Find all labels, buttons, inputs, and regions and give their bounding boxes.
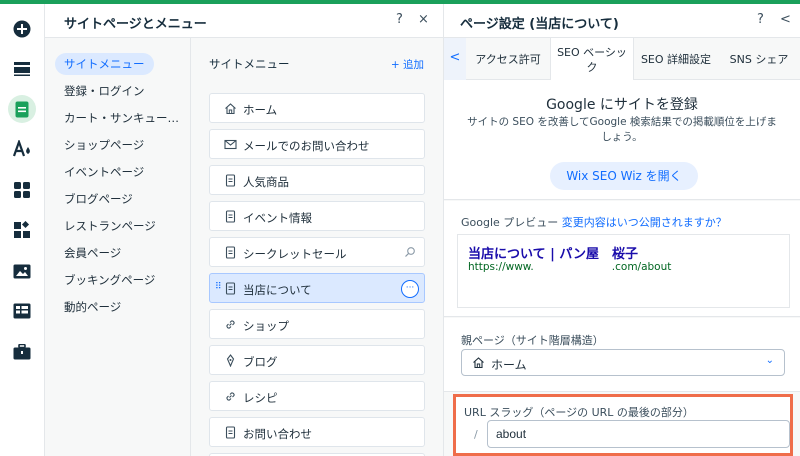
site-pages-panel: サイトページとメニュー ? × サイトメニュー 登録・ログイン カート・サンキュ…	[45, 4, 443, 456]
page-item-label: レシピ	[243, 391, 278, 405]
add-page-button[interactable]: + 追加	[391, 57, 424, 72]
pages-icon[interactable]	[8, 95, 36, 123]
redacted-domain	[533, 261, 612, 273]
page-item-popular[interactable]: 人気商品	[209, 165, 425, 195]
mail-icon	[224, 139, 237, 150]
design-icon[interactable]	[8, 135, 36, 163]
site-pages-header: サイトページとメニュー ? ×	[45, 4, 443, 38]
chevron-down-icon: ⌄	[765, 355, 774, 366]
media-icon[interactable]	[8, 257, 36, 285]
panel-title: サイトページとメニュー	[64, 17, 207, 32]
category-item-blog[interactable]: ブログページ	[55, 188, 142, 210]
url-slug-input[interactable]	[487, 420, 790, 448]
page-item-contact[interactable]: お問い合わせ	[209, 417, 425, 447]
business-icon[interactable]	[8, 338, 36, 366]
parent-page-label: 親ページ（サイト階層構造）	[461, 334, 604, 347]
url-slug-card: URL スラッグ（ページの URL の最後の部分） /	[453, 394, 793, 456]
page-list-title: サイトメニュー	[209, 57, 290, 71]
page-list-pane: サイトメニュー + 追加 ホーム メールでのお問い合わせ 人気商品 イベント情報…	[191, 38, 443, 456]
page-item-about[interactable]: ⠿ 当店について ···	[209, 273, 425, 303]
tab-seo-basics[interactable]: SEO ベーシック	[550, 38, 634, 81]
add-elements-icon[interactable]	[8, 15, 36, 43]
tabs-scroll-left-icon[interactable]: <	[444, 38, 466, 80]
parent-page-dropdown[interactable]: ホーム ⌄	[461, 349, 785, 376]
url-slug-label: URL スラッグ（ページの URL の最後の部分）	[464, 406, 694, 419]
hidden-search-icon	[405, 247, 415, 257]
page-item-home[interactable]: ホーム	[209, 93, 425, 123]
home-icon	[225, 103, 236, 115]
pen-icon	[226, 354, 235, 367]
page-settings-panel: ページ設定 (当店について) ? < < アクセス許可 SEO ベーシック SE…	[444, 4, 800, 456]
app-market-icon[interactable]	[8, 216, 36, 244]
page-icon	[225, 426, 236, 439]
page-icon	[225, 210, 236, 223]
page-item-secret-sale[interactable]: シークレットセール	[209, 237, 425, 267]
category-item-members[interactable]: 会員ページ	[55, 242, 130, 264]
cms-icon[interactable]	[8, 297, 36, 325]
category-item-restaurant[interactable]: レストランページ	[55, 215, 165, 237]
page-item-shop[interactable]: ショップ	[209, 309, 425, 339]
settings-tabs: < アクセス許可 SEO ベーシック SEO 詳細設定 SNS シェア	[444, 38, 800, 81]
page-item-label: シークレットセール	[243, 247, 347, 261]
google-preview-card: Google プレビュー 変更内容はいつ公開されますか？ 当店について | パン…	[444, 201, 800, 317]
preview-url: https://www. .com/about	[468, 261, 671, 273]
close-icon[interactable]: ×	[418, 12, 429, 27]
category-list: サイトメニュー 登録・ログイン カート・サンキュー… ショップページ イベントペ…	[45, 38, 191, 456]
home-icon	[473, 357, 484, 369]
page-item-label: 当店について	[243, 283, 312, 297]
editor-screen: サイトページとメニュー ? × サイトメニュー 登録・ログイン カート・サンキュ…	[0, 0, 800, 456]
preview-title: 当店について | パン屋 桜子	[468, 247, 639, 262]
tab-seo-advanced[interactable]: SEO 詳細設定	[634, 38, 718, 80]
search-result-preview: 当店について | パン屋 桜子 https://www. .com/about	[457, 234, 790, 308]
page-item-label: お問い合わせ	[243, 427, 312, 441]
page-settings-header: ページ設定 (当店について) ? <	[444, 4, 800, 38]
page-item-label: ブログ	[243, 355, 278, 369]
category-item-shop[interactable]: ショップページ	[55, 134, 153, 156]
more-actions-icon[interactable]: ···	[401, 280, 419, 298]
seo-wiz-button[interactable]: Wix SEO Wiz を開く	[550, 162, 698, 190]
page-item-recipe[interactable]: レシピ	[209, 381, 425, 411]
left-toolbar	[0, 4, 45, 456]
page-item-label: ホーム	[243, 103, 278, 117]
tab-permissions[interactable]: アクセス許可	[466, 38, 550, 80]
page-item-label: イベント情報	[243, 211, 312, 225]
help-icon[interactable]: ?	[396, 12, 403, 27]
preview-url-prefix: https://www.	[468, 261, 534, 273]
tab-social-share[interactable]: SNS シェア	[718, 38, 800, 80]
category-item-dynamic[interactable]: 動的ページ	[55, 296, 130, 318]
parent-page-card: 親ページ（サイト階層構造） ホーム ⌄	[444, 318, 800, 392]
page-item-blog[interactable]: ブログ	[209, 345, 425, 375]
category-item-bookings[interactable]: ブッキングページ	[55, 269, 164, 291]
google-preview-label: Google プレビュー 変更内容はいつ公開されますか？	[461, 214, 727, 230]
page-icon	[225, 246, 236, 259]
page-icon	[225, 174, 236, 187]
preview-url-suffix: .com/about	[611, 261, 672, 273]
page-item-events[interactable]: イベント情報	[209, 201, 425, 231]
page-icon	[225, 282, 236, 295]
google-preview-heading: Google プレビュー	[461, 216, 559, 229]
category-item-login[interactable]: 登録・ログイン	[55, 80, 154, 102]
category-item-cart[interactable]: カート・サンキュー…	[55, 107, 188, 129]
page-item-label: 人気商品	[243, 175, 289, 189]
help-icon[interactable]: ?	[757, 12, 764, 27]
page-item-label: メールでのお問い合わせ	[243, 139, 370, 153]
google-register-card: Google にサイトを登録 サイトの SEO を改善してGoogle 検索結果…	[444, 80, 800, 200]
page-item-mail-contact[interactable]: メールでのお問い合わせ	[209, 129, 425, 159]
url-slug-prefix: /	[474, 428, 478, 441]
sections-icon[interactable]	[8, 55, 36, 83]
parent-page-value: ホーム	[491, 358, 527, 372]
link-icon	[226, 320, 235, 329]
drag-handle-icon[interactable]: ⠿	[215, 282, 222, 292]
page-item-label: ショップ	[243, 319, 289, 333]
link-icon	[226, 392, 235, 401]
google-register-description: サイトの SEO を改善してGoogle 検索結果での掲載順位を上げましょう。	[467, 116, 777, 143]
category-item-site-menu[interactable]: サイトメニュー	[55, 53, 154, 75]
publish-info-link[interactable]: 変更内容はいつ公開されますか？	[562, 216, 727, 229]
category-item-events[interactable]: イベントページ	[55, 161, 153, 183]
collapse-icon[interactable]: <	[780, 12, 791, 27]
google-register-title: Google にサイトを登録	[546, 97, 698, 113]
apps-icon[interactable]	[8, 176, 36, 204]
page-settings-title: ページ設定 (当店について)	[460, 17, 619, 32]
